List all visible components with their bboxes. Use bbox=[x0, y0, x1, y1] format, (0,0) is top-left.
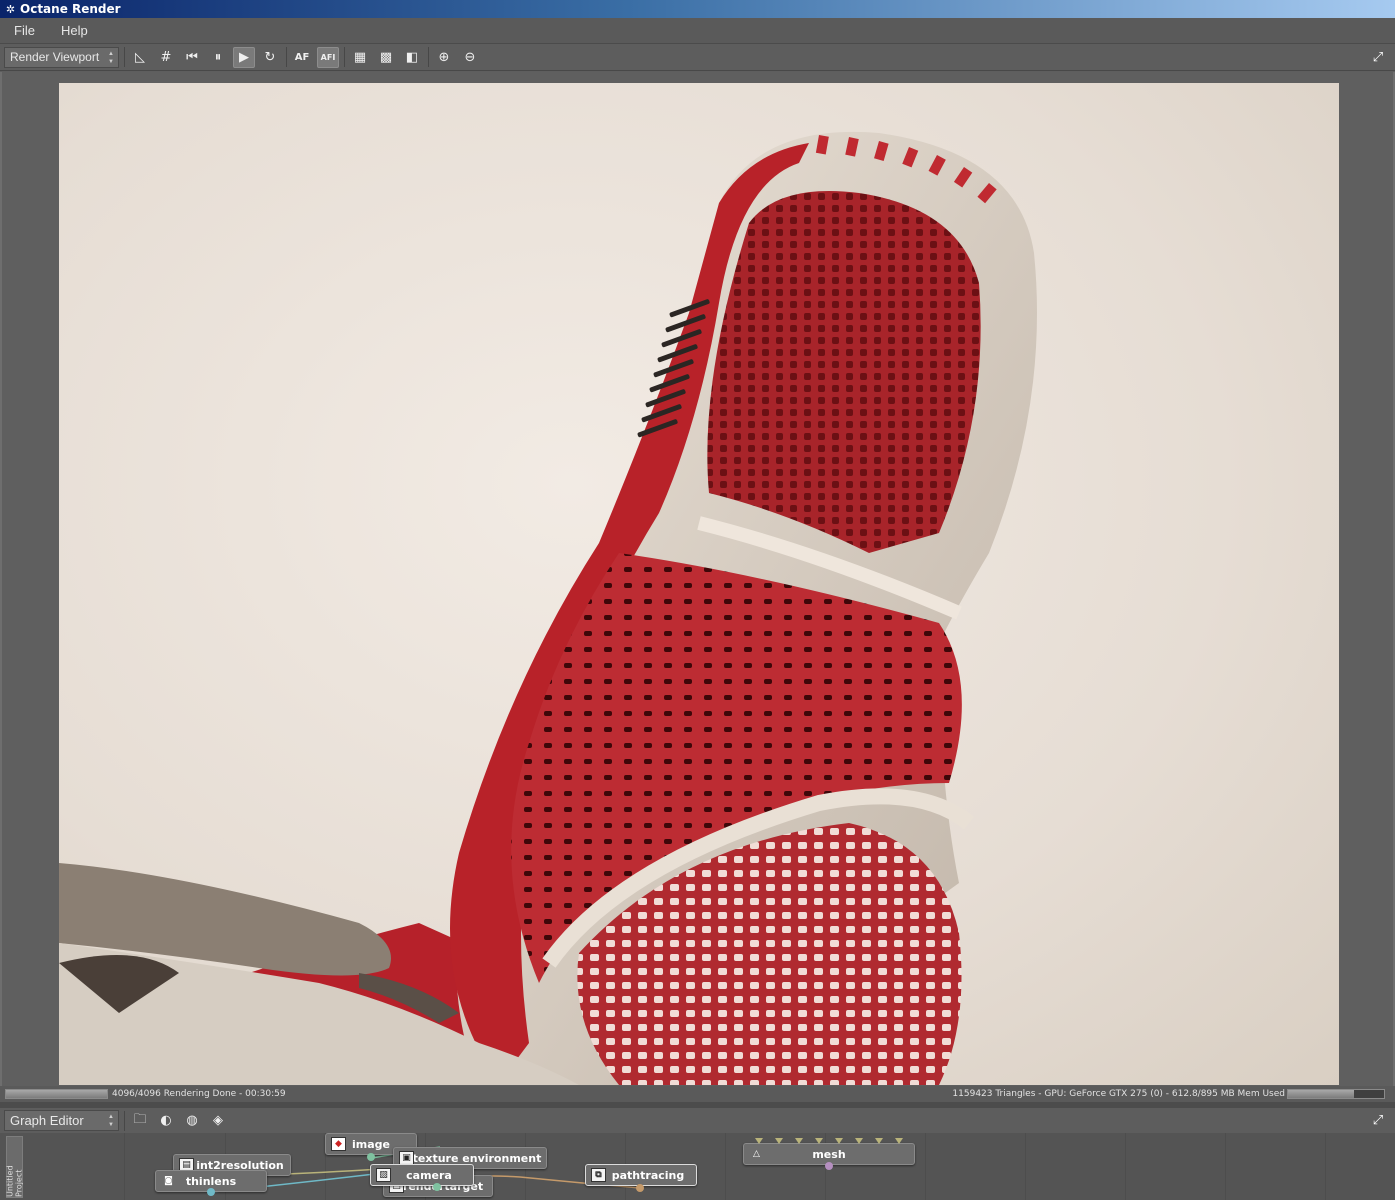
project-side-tab[interactable]: Untitled Project bbox=[5, 1136, 24, 1198]
toolbar-separator bbox=[124, 1110, 125, 1131]
zoom-out-button[interactable]: ⊖ bbox=[459, 47, 481, 68]
refresh-button[interactable]: ↻ bbox=[259, 47, 281, 68]
refresh-icon: ↻ bbox=[264, 49, 276, 65]
window-title: Octane Render bbox=[20, 2, 121, 16]
texture-icon: ◍ bbox=[186, 1113, 198, 1128]
toolbar-separator bbox=[286, 47, 287, 67]
output-pin[interactable] bbox=[207, 1188, 215, 1196]
toolbar-separator bbox=[428, 47, 429, 67]
node-icon: ◈ bbox=[213, 1113, 223, 1128]
node-label: mesh bbox=[812, 1147, 846, 1161]
project-tab-label: Untitled Project bbox=[5, 1165, 24, 1197]
input-pin[interactable] bbox=[875, 1138, 883, 1144]
graph-editor-toolbar: Graph Editor ▲ ▼ 🗀 ◐ ◍ ◈ ⤢ bbox=[0, 1108, 1395, 1133]
gpu-status-text: 1159423 Triangles - GPU: GeForce GTX 275… bbox=[952, 1089, 1285, 1099]
input-pin[interactable] bbox=[775, 1138, 783, 1144]
zoom-in-icon: ⊕ bbox=[438, 49, 450, 65]
clay-button[interactable]: ◧ bbox=[401, 47, 423, 68]
menu-help[interactable]: Help bbox=[53, 23, 96, 38]
material-icon: ◐ bbox=[160, 1113, 172, 1128]
render-image[interactable] bbox=[59, 83, 1339, 1085]
ruler-icon: ◺ bbox=[135, 49, 145, 65]
toolbar-separator bbox=[344, 47, 345, 67]
node-label: thinlens bbox=[185, 1174, 237, 1188]
status-bar: 4096/4096 Rendering Done - 00:30:59 1159… bbox=[0, 1086, 1395, 1102]
spin-arrows-icon: ▲ ▼ bbox=[108, 1114, 114, 1128]
autofocus-button[interactable]: AF bbox=[291, 47, 313, 68]
viewport-mode-select[interactable]: Render Viewport ▲ ▼ bbox=[4, 46, 119, 68]
folder-icon: 🗀 bbox=[133, 1111, 147, 1127]
chair-render-illustration bbox=[59, 131, 1038, 1085]
region-button[interactable]: # bbox=[155, 47, 177, 68]
input-pin[interactable] bbox=[835, 1138, 843, 1144]
play-button[interactable]: ▶ bbox=[233, 46, 255, 68]
menu-file[interactable]: File bbox=[6, 23, 43, 38]
input-pin[interactable] bbox=[815, 1138, 823, 1144]
viewport-toolbar: Render Viewport ▲ ▼ ◺ # ⏮ ⏸ ▶ ↻ AF AFI ▦ … bbox=[0, 44, 1395, 71]
viewport-mode-label: Render Viewport bbox=[10, 50, 100, 64]
add-texture-button[interactable]: ◍ bbox=[181, 1110, 203, 1131]
node-label: texture environment bbox=[412, 1151, 542, 1165]
render-progress-fill bbox=[6, 1090, 107, 1098]
environment-icon: ▣ bbox=[399, 1151, 414, 1165]
output-pin[interactable] bbox=[367, 1153, 375, 1161]
node-label: camera bbox=[406, 1168, 452, 1182]
alpha-button[interactable]: ▦ bbox=[349, 47, 371, 68]
input-pin[interactable] bbox=[855, 1138, 863, 1144]
render-status-text: 4096/4096 Rendering Done - 00:30:59 bbox=[112, 1089, 286, 1099]
checker-button[interactable]: ▩ bbox=[375, 47, 397, 68]
ruler-button[interactable]: ◺ bbox=[129, 47, 151, 68]
input-pin[interactable] bbox=[755, 1138, 763, 1144]
autofocus-pick-button[interactable]: AFI bbox=[317, 46, 339, 68]
restart-icon: ⏮ bbox=[186, 49, 198, 65]
octane-logo-icon: ✲ bbox=[5, 2, 16, 16]
camera-icon: ◙ bbox=[161, 1174, 176, 1188]
input-pin[interactable] bbox=[895, 1138, 903, 1144]
clay-icon: ◧ bbox=[405, 49, 419, 65]
node-label: image bbox=[352, 1137, 390, 1151]
output-pin[interactable] bbox=[433, 1183, 441, 1191]
autofocus-icon: AF bbox=[294, 51, 310, 63]
viewport-maximize-icon[interactable]: ⤢ bbox=[1369, 48, 1387, 66]
pause-button[interactable]: ⏸ bbox=[207, 47, 229, 68]
restart-button[interactable]: ⏮ bbox=[181, 47, 203, 68]
autofocus-pick-icon: AFI bbox=[320, 52, 336, 62]
add-node-button[interactable]: ◈ bbox=[207, 1110, 229, 1131]
graph-editor-mode-select[interactable]: Graph Editor ▲ ▼ bbox=[4, 1110, 119, 1131]
add-material-button[interactable]: ◐ bbox=[155, 1110, 177, 1131]
input-pin[interactable] bbox=[795, 1138, 803, 1144]
load-scene-button[interactable]: 🗀 bbox=[129, 1110, 151, 1131]
memory-usage-fill bbox=[1288, 1090, 1354, 1098]
output-pin[interactable] bbox=[825, 1162, 833, 1170]
graph-canvas[interactable]: ◆ image ▤ int2resolution ▣ texture envir… bbox=[0, 1133, 1395, 1200]
spin-arrows-icon: ▲ ▼ bbox=[108, 50, 114, 65]
pause-icon: ⏸ bbox=[214, 49, 222, 65]
output-pin[interactable] bbox=[636, 1184, 644, 1192]
picture-icon: ▨ bbox=[376, 1168, 391, 1182]
zoom-out-icon: ⊖ bbox=[464, 49, 476, 65]
checker-icon: ▩ bbox=[379, 49, 393, 65]
alpha-icon: ▦ bbox=[353, 49, 367, 65]
play-icon: ▶ bbox=[239, 49, 249, 65]
kernel-icon: ⧉ bbox=[591, 1168, 606, 1182]
node-camera[interactable]: ▨ camera bbox=[370, 1164, 474, 1186]
zoom-in-button[interactable]: ⊕ bbox=[433, 47, 455, 68]
node-label: pathtracing bbox=[611, 1168, 685, 1182]
toolbar-separator bbox=[124, 47, 125, 67]
node-pathtracing[interactable]: ⧉ pathtracing bbox=[585, 1164, 697, 1186]
mesh-icon: △ bbox=[749, 1147, 764, 1161]
graph-editor-mode-label: Graph Editor bbox=[10, 1113, 84, 1128]
menu-bar: File Help bbox=[0, 18, 1395, 44]
image-icon: ◆ bbox=[331, 1137, 346, 1151]
render-progress-bar bbox=[5, 1089, 108, 1099]
memory-usage-bar bbox=[1287, 1089, 1385, 1099]
region-grid-icon: # bbox=[160, 49, 172, 65]
graph-editor-maximize-icon[interactable]: ⤢ bbox=[1369, 1112, 1387, 1130]
title-bar: ✲ Octane Render bbox=[0, 0, 1395, 18]
